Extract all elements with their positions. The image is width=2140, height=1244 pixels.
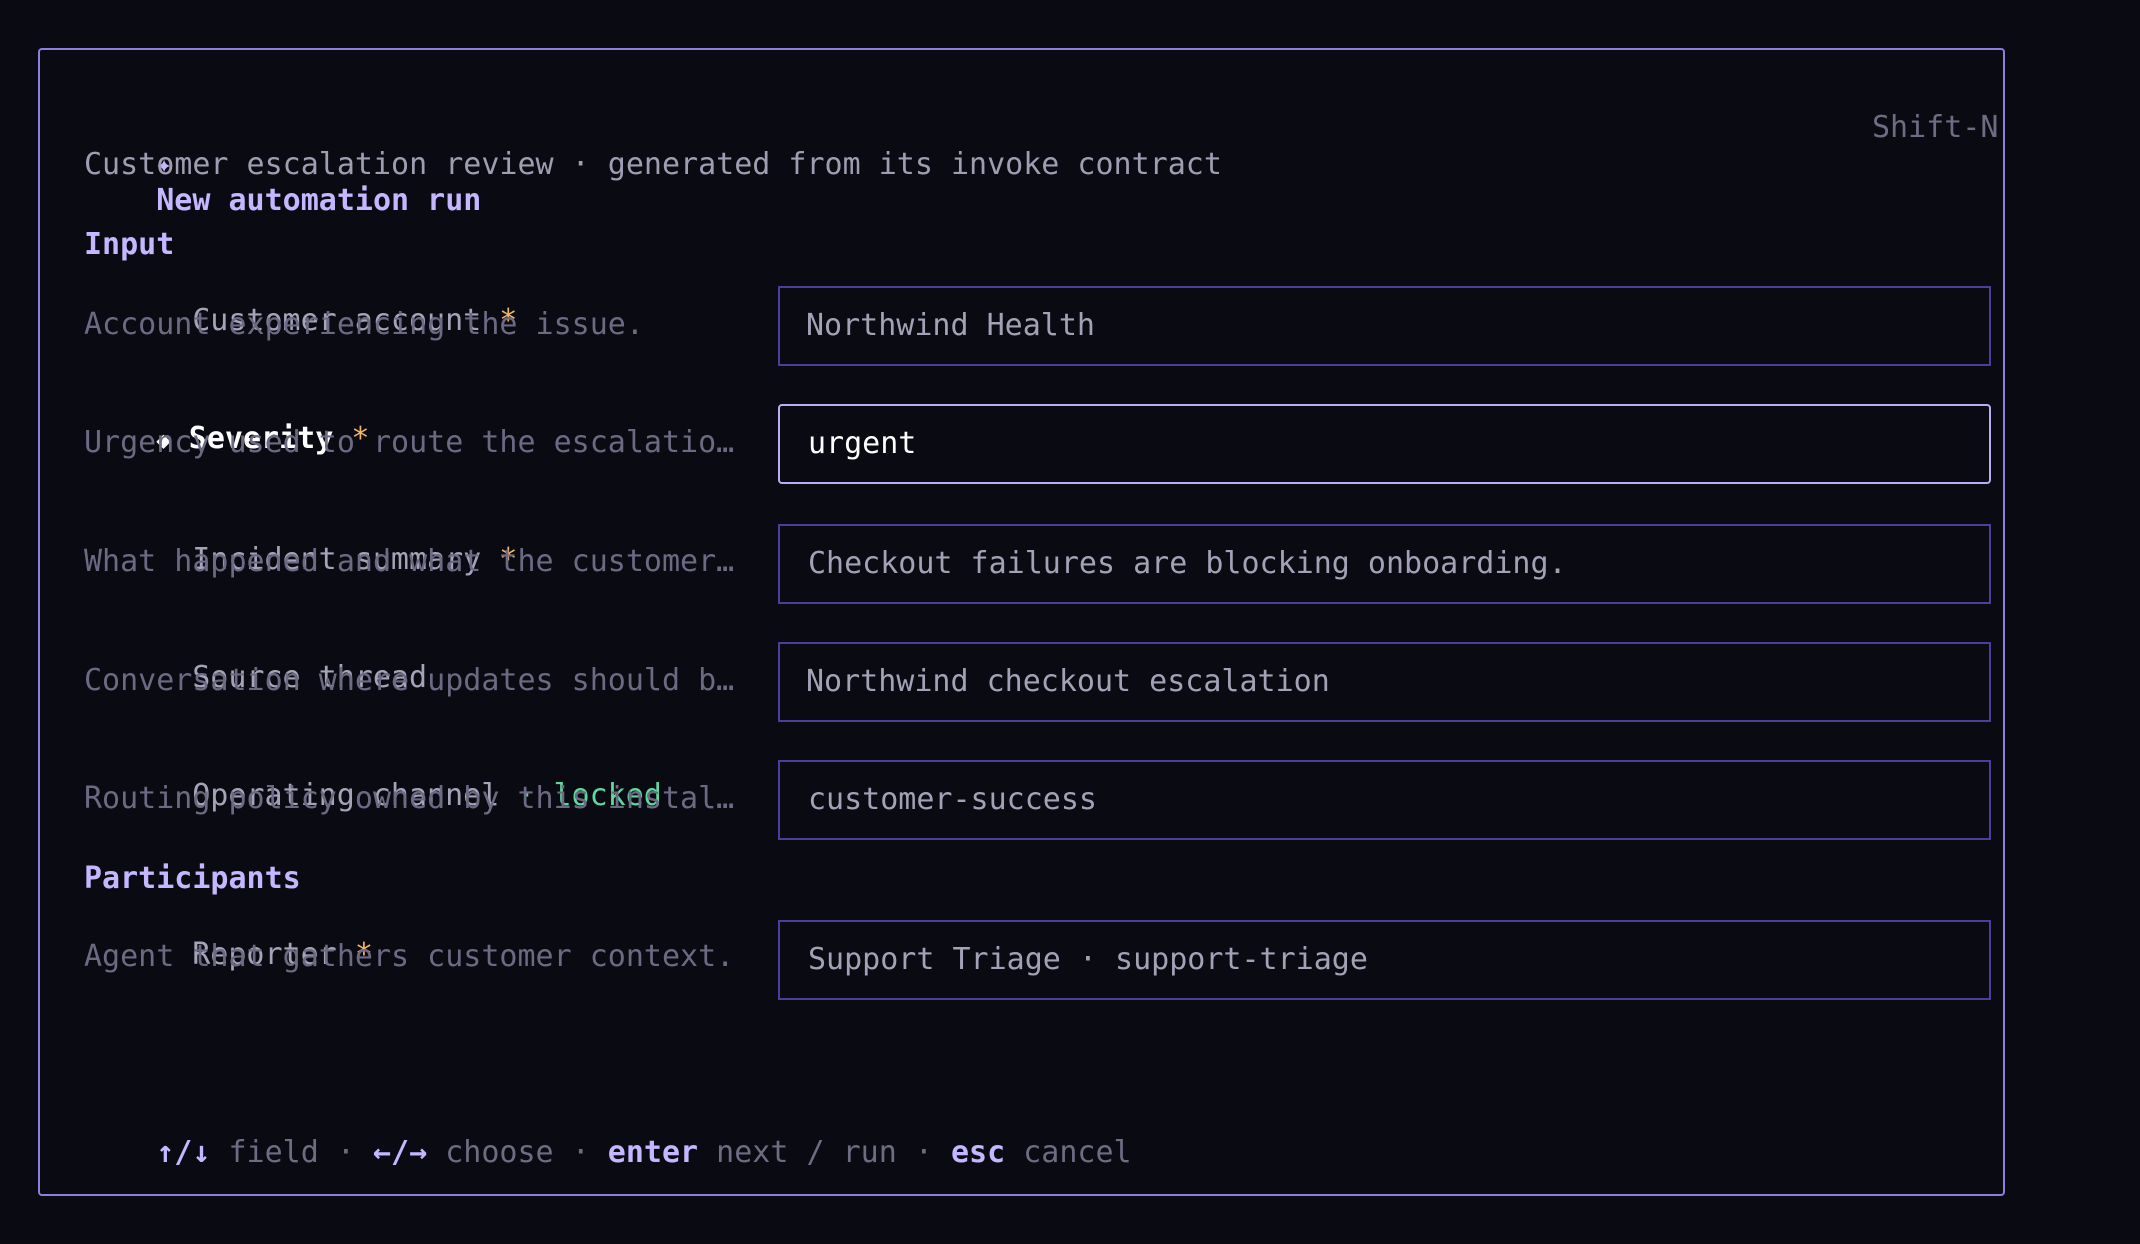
operating-channel-value: customer-success	[808, 782, 1097, 817]
hint-key-enter: enter	[589, 1135, 699, 1170]
hint-action-choose: choose	[427, 1135, 572, 1170]
source-thread-input[interactable]: Northwind checkout escalation	[778, 642, 1991, 722]
incident-summary-value: Checkout failures are blocking onboardin…	[808, 546, 1567, 581]
field-severity-description: Urgency used to route the escalatio…	[84, 425, 735, 460]
reporter-select[interactable]: Support Triage · support-triage	[778, 920, 1991, 1000]
hint-action-next-run: next / run	[698, 1135, 915, 1170]
operating-channel-input: customer-success	[778, 760, 1991, 840]
section-input-heading: Input	[84, 227, 175, 262]
hint-action-cancel: cancel	[1005, 1135, 1132, 1170]
severity-select[interactable]: urgent	[778, 404, 1991, 484]
hint-separator: ·	[336, 1135, 355, 1170]
reporter-value: Support Triage · support-triage	[808, 942, 1368, 977]
customer-account-input[interactable]: Northwind Health	[778, 286, 1991, 366]
hint-action-field: field	[210, 1135, 337, 1170]
field-customer-account-description: Account experiencing the issue.	[84, 307, 644, 342]
hint-key-arrows-horizontal: ←/→	[354, 1135, 428, 1170]
field-source-thread-description: Conversation where updates should b…	[84, 663, 735, 698]
hint-separator: ·	[914, 1135, 933, 1170]
source-thread-value: Northwind checkout escalation	[806, 664, 1330, 699]
field-operating-channel-description: Routing policy owned by this instal…	[84, 781, 735, 816]
shortcut-hint: Shift-N	[1872, 110, 1999, 145]
field-incident-summary-description: What happened and what the customer…	[84, 544, 735, 579]
section-participants-heading: Participants	[84, 861, 301, 896]
hint-key-esc: esc	[932, 1135, 1006, 1170]
page-title: New automation run	[156, 183, 482, 218]
app-window: ✦ New automation run Shift-N Customer es…	[0, 0, 2140, 1244]
page-subtitle: Customer escalation review · generated f…	[84, 147, 1222, 182]
hint-separator: ·	[571, 1135, 590, 1170]
keyboard-hints: ↑/↓ field · ←/→ choose · enter next / ru…	[84, 1099, 1132, 1207]
field-reporter-description: Agent that gathers customer context.	[84, 939, 735, 974]
incident-summary-input[interactable]: Checkout failures are blocking onboardin…	[778, 524, 1991, 604]
severity-value: urgent	[808, 426, 917, 461]
hint-key-arrows-vertical: ↑/↓	[156, 1135, 211, 1170]
customer-account-value: Northwind Health	[806, 308, 1095, 343]
